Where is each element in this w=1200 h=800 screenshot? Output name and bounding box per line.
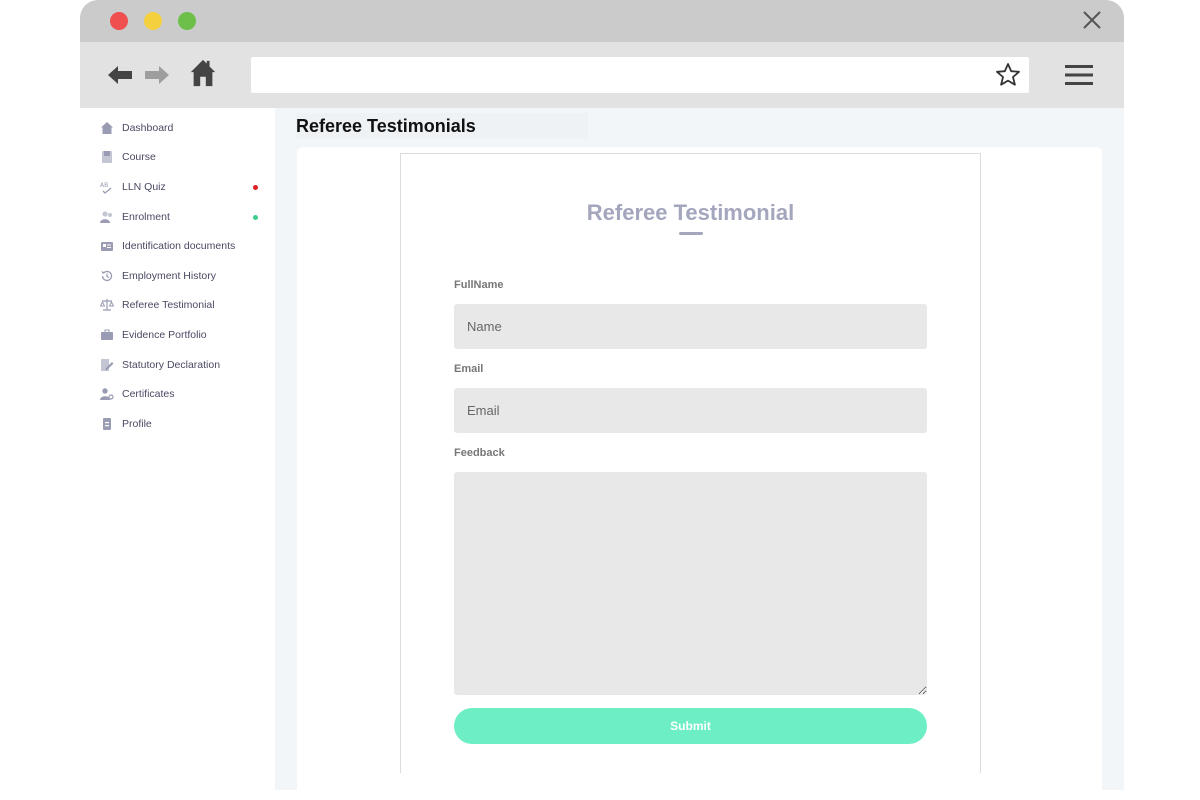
sidebar-item-label: Evidence Portfolio (122, 329, 207, 341)
home-icon[interactable] (188, 58, 218, 88)
users-icon (100, 210, 114, 224)
content-panel: Referee Testimonial FullName Email Feedb… (297, 147, 1102, 790)
sidebar-item-lln-quiz[interactable]: AB LLN Quiz (100, 177, 265, 197)
sidebar-item-enrolment[interactable]: Enrolment (100, 207, 265, 227)
star-icon[interactable] (995, 62, 1021, 88)
sidebar-item-certificates[interactable]: Certificates (100, 384, 265, 404)
sidebar-item-label: Profile (122, 418, 152, 430)
sidebar-item-course[interactable]: Course (100, 147, 265, 167)
sidebar-item-label: Referee Testimonial (122, 299, 215, 311)
page-title: Referee Testimonials (296, 113, 588, 139)
status-dot (253, 214, 258, 220)
form-heading: Referee Testimonial (586, 200, 795, 225)
sidebar-item-label: Employment History (122, 270, 216, 282)
hamburger-menu-icon[interactable] (1065, 63, 1093, 87)
submit-button[interactable]: Submit (454, 708, 927, 744)
sidebar: Dashboard Course AB LLN Quiz Enrolment I… (80, 108, 275, 790)
sidebar-item-dashboard[interactable]: Dashboard (100, 118, 265, 138)
browser-toolbar (80, 42, 1124, 108)
sidebar-item-label: Certificates (122, 388, 175, 400)
sidebar-item-label: Dashboard (122, 122, 174, 134)
sidebar-item-identification-documents[interactable]: Identification documents (100, 236, 265, 256)
email-label: Email (454, 363, 484, 375)
sidebar-item-evidence-portfolio[interactable]: Evidence Portfolio (100, 325, 265, 345)
feedback-label: Feedback (454, 447, 505, 459)
user-certificate-icon (100, 387, 114, 401)
close-window-dot[interactable] (110, 12, 128, 30)
document-sign-icon (100, 358, 114, 372)
forward-arrow-icon[interactable] (142, 60, 172, 90)
sidebar-item-profile[interactable]: Profile (100, 414, 265, 434)
scale-icon (100, 298, 114, 312)
referee-testimonial-form: Referee Testimonial FullName Email Feedb… (400, 153, 981, 773)
svg-text:AB: AB (100, 182, 108, 189)
sidebar-item-label: Statutory Declaration (122, 359, 221, 371)
sidebar-item-statutory-declaration[interactable]: Statutory Declaration (100, 355, 265, 375)
address-bar[interactable] (251, 57, 1029, 93)
email-input[interactable] (454, 388, 927, 433)
sidebar-item-label: LLN Quiz (122, 181, 166, 193)
book-icon (100, 150, 114, 164)
abc-icon: AB (100, 180, 114, 194)
status-dot (253, 184, 258, 190)
id-card-icon (100, 239, 114, 253)
briefcase-icon (100, 328, 114, 342)
history-icon (100, 269, 114, 283)
sidebar-item-referee-testimonial[interactable]: Referee Testimonial (100, 295, 265, 315)
title-bar (80, 0, 1124, 42)
close-icon[interactable] (1080, 8, 1104, 32)
home-icon (100, 121, 114, 135)
heading-underline (679, 232, 703, 235)
fullname-label: FullName (454, 279, 504, 291)
sidebar-item-label: Course (122, 151, 156, 163)
back-arrow-icon[interactable] (105, 60, 135, 90)
fullname-input[interactable] (454, 304, 927, 349)
feedback-textarea[interactable] (454, 472, 927, 695)
profile-icon (100, 417, 114, 431)
browser-window: Dashboard Course AB LLN Quiz Enrolment I… (80, 0, 1124, 790)
sidebar-item-label: Identification documents (122, 240, 236, 252)
minimize-window-dot[interactable] (144, 12, 162, 30)
sidebar-item-label: Enrolment (122, 211, 170, 223)
maximize-window-dot[interactable] (178, 12, 196, 30)
sidebar-item-employment-history[interactable]: Employment History (100, 266, 265, 286)
